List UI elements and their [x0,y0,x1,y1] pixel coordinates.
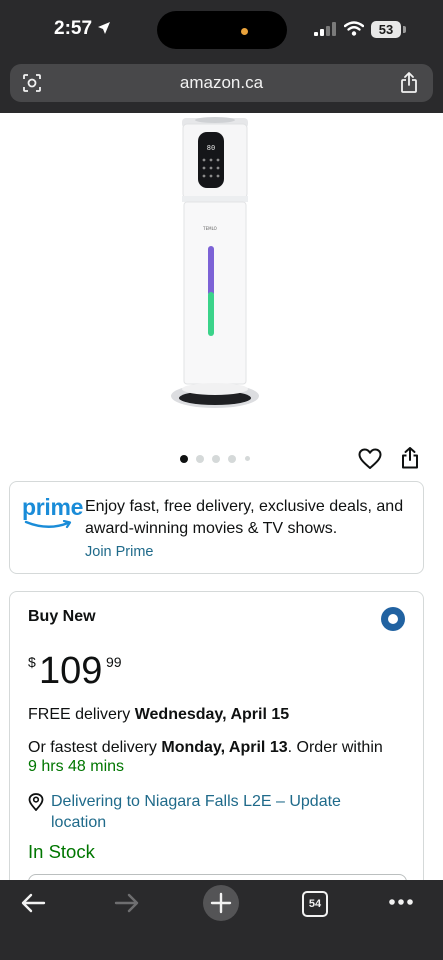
fastest-prefix: Or fastest delivery [28,739,162,756]
new-tab-button[interactable] [203,885,239,921]
cellular-signal-icon [314,22,336,36]
prime-description: Enjoy fast, free delivery, exclusive dea… [85,498,404,537]
battery-indicator: 53 [371,21,401,38]
back-arrow-icon[interactable] [20,892,46,914]
prime-promo-card[interactable]: prime Enjoy fast, free delivery, exclusi… [9,481,424,574]
prime-logo: prime [22,494,84,520]
plus-icon[interactable] [203,885,239,921]
location-pin-icon [28,793,44,811]
join-prime-link[interactable]: Join Prime [85,544,154,560]
free-delivery-line: FREE delivery Wednesday, April 15 [28,704,289,725]
location-arrow-icon [98,22,110,34]
wifi-icon [344,21,364,36]
address-bar[interactable]: amazon.ca [10,64,433,102]
buy-box-card: Buy New $ 109 99 FREE delivery Wednesday… [9,591,424,923]
battery-tip [403,26,406,33]
status-time: 2:57 [54,18,93,39]
privacy-indicator [241,28,248,35]
brand-label: TEMLO [202,226,217,231]
order-within-countdown: 9 hrs 48 mins [28,758,125,775]
carousel-dot-active[interactable] [180,455,188,463]
stock-status: In Stock [28,841,95,862]
delivery-location-link[interactable]: Delivering to Niagara Falls L2E – Update… [51,791,391,833]
price-fraction: 99 [106,654,122,670]
carousel-dot[interactable] [196,455,204,463]
forward-arrow-icon[interactable] [114,892,140,914]
free-delivery-date: Wednesday, April 15 [134,706,290,723]
url-text[interactable]: amazon.ca [10,73,433,93]
free-delivery-prefix: FREE delivery [28,706,135,723]
fastest-delivery-line: Or fastest delivery Monday, April 13. Or… [28,737,413,758]
tabs-button[interactable]: 54 [302,891,328,917]
dynamic-island [157,11,287,49]
svg-text:80: 80 [207,144,215,152]
humidifier-product-image[interactable]: 80 TEMLO [160,114,270,419]
fastest-suffix: . Order within [287,739,383,756]
fastest-date: Monday, April 13 [161,739,288,756]
browser-toolbar: 54 [0,880,443,960]
share-icon[interactable] [400,72,418,94]
heart-icon[interactable] [358,448,382,470]
buy-new-radio[interactable] [381,607,405,631]
price-symbol: $ [28,654,36,670]
buy-new-title: Buy New [28,608,96,625]
carousel-dot[interactable] [245,456,250,461]
price-whole: 109 [39,650,103,692]
prime-swoosh-icon [24,520,72,529]
carousel-dot[interactable] [212,455,220,463]
carousel-dot[interactable] [228,455,236,463]
browser-chrome-top: 2:57 53 amazon.ca [0,0,443,113]
more-dots-icon[interactable] [388,898,414,906]
share-icon[interactable] [400,446,420,470]
